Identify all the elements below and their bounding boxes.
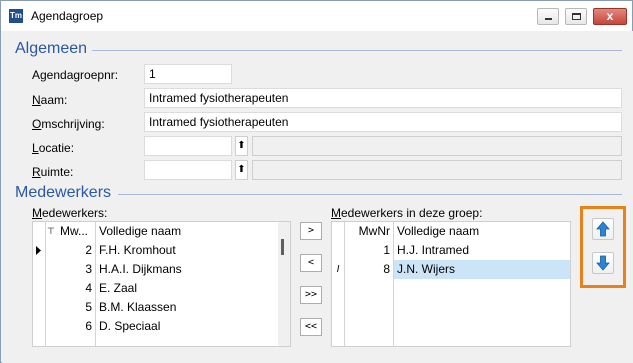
cell-mwnr: 4 (85, 281, 92, 295)
scrollbar-thumb[interactable] (281, 239, 284, 255)
ruimte-label: Ruimte: (32, 165, 74, 179)
row-indicator (33, 317, 45, 336)
medewerkers-in-groep-label: Medewerkers in deze groep: (331, 206, 483, 220)
cell-volledige-naam: H.A.I. Dijkmans (99, 262, 182, 276)
maximize-icon (572, 13, 581, 20)
close-button[interactable]: x (593, 8, 627, 25)
maximize-button[interactable] (565, 8, 587, 25)
remove-all-button[interactable]: << (300, 318, 322, 336)
grid-header-row: MwNr Volledige naam (332, 222, 570, 241)
column-header-volledige-naam[interactable]: Volledige naam (397, 222, 479, 241)
cell-mwnr: 8 (383, 262, 390, 276)
table-row[interactable]: 4 E. Zaal (33, 279, 278, 298)
cell-volledige-naam: J.N. Wijers (394, 260, 570, 279)
locatie-field[interactable] (144, 136, 232, 156)
column-header-mwnr[interactable]: MwNr (346, 222, 390, 241)
table-row[interactable]: 5 B.M. Klaassen (33, 298, 278, 317)
minimize-button[interactable] (537, 8, 559, 25)
row-indicator (33, 279, 45, 298)
row-indicator (332, 241, 344, 260)
column-header-mwnr[interactable]: Mw... (60, 222, 94, 241)
close-icon: x (606, 9, 614, 23)
naam-field[interactable]: Intramed fysiotherapeuten (144, 88, 622, 108)
minimize-icon (545, 18, 552, 20)
section-divider (118, 194, 622, 195)
window-title: Agendagroep (31, 9, 104, 23)
sort-indicator-icon: ⊤ (47, 226, 55, 236)
ruimte-lookup-button[interactable]: ⬆ (235, 160, 248, 180)
cell-mwnr: 5 (85, 300, 92, 314)
cell-mwnr: 2 (85, 243, 92, 257)
cell-volledige-naam: D. Speciaal (99, 319, 161, 333)
omschrijving-field[interactable]: Intramed fysiotherapeuten (144, 112, 622, 132)
add-all-button[interactable]: >> (300, 286, 322, 304)
cell-mwnr: 3 (85, 262, 92, 276)
arrow-down-icon (596, 255, 610, 271)
agendagroep-window: Tm Agendagroep x Algemeen Agendagroepnr:… (0, 0, 633, 363)
row-indicator: I (336, 264, 340, 275)
cell-volledige-naam: H.J. Intramed (397, 243, 470, 257)
section-divider (92, 50, 622, 51)
available-employees-grid[interactable]: ⊤ Mw... Volledige naam 2 F.H. Kromhout 3 H.… (32, 221, 291, 347)
locatie-description-field (252, 136, 622, 156)
ruimte-field[interactable] (144, 160, 232, 180)
cell-mwnr: 1 (383, 243, 390, 257)
medewerkers-list-label: Medewerkers: (32, 206, 108, 220)
arrow-up-icon (596, 221, 610, 237)
cell-volledige-naam: B.M. Klaassen (99, 300, 177, 314)
group-employees-grid[interactable]: MwNr Volledige naam 1 H.J. Intramed I 8 J.N.… (331, 221, 571, 347)
vertical-scrollbar[interactable] (278, 222, 290, 346)
table-row[interactable]: 3 H.A.I. Dijkmans (33, 260, 278, 279)
move-up-button[interactable] (592, 218, 614, 240)
section-title-algemeen: Algemeen (15, 40, 88, 57)
cell-volledige-naam: F.H. Kromhout (99, 243, 176, 257)
agendagroepnr-label: Agendagroepnr: (32, 68, 119, 82)
cell-mwnr: 6 (85, 319, 92, 333)
row-indicator (33, 298, 45, 317)
title-bar[interactable]: Tm Agendagroep x (1, 1, 632, 31)
row-indicator (33, 241, 45, 260)
ruimte-description-field (252, 160, 622, 180)
section-title-medewerkers: Medewerkers (15, 184, 112, 201)
app-icon: Tm (9, 9, 23, 23)
current-row-icon (36, 246, 41, 255)
table-row[interactable]: 1 H.J. Intramed (332, 241, 570, 260)
cell-volledige-naam: E. Zaal (99, 281, 138, 295)
table-row[interactable]: I 8 J.N. Wijers (332, 260, 570, 279)
add-selected-button[interactable]: > (300, 222, 322, 240)
table-row[interactable]: 6 D. Speciaal (33, 317, 278, 336)
dialog-content: Algemeen Agendagroepnr: 1 Naam: Intramed… (2, 31, 633, 363)
column-header-volledige-naam[interactable]: Volledige naam (99, 222, 181, 241)
omschrijving-label: Omschrijving: (32, 117, 105, 131)
move-down-button[interactable] (592, 252, 614, 274)
locatie-lookup-button[interactable]: ⬆ (235, 136, 248, 156)
agendagroepnr-field[interactable]: 1 (144, 64, 232, 84)
row-indicator (33, 260, 45, 279)
naam-label: Naam: (32, 93, 68, 107)
locatie-label: Locatie: (32, 141, 75, 155)
table-row[interactable]: 2 F.H. Kromhout (33, 241, 278, 260)
remove-selected-button[interactable]: < (300, 254, 322, 272)
grid-header-row: ⊤ Mw... Volledige naam (33, 222, 278, 241)
